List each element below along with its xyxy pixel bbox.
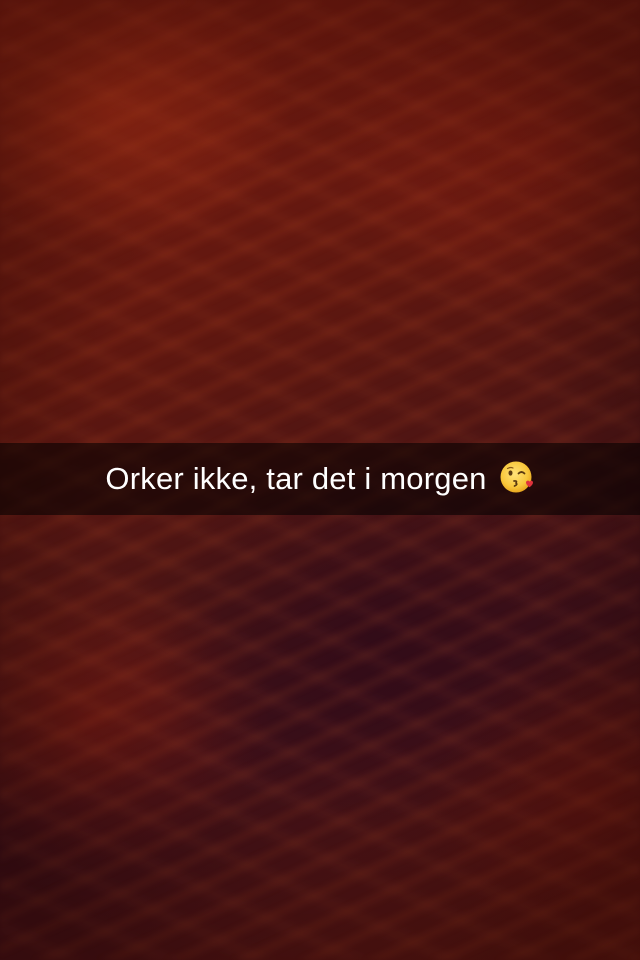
- caption-text: Orker ikke, tar det i morgen: [105, 461, 487, 496]
- caption-bar: Orker ikke, tar det i morgen: [0, 443, 640, 515]
- kissing-face-emoji-icon: [500, 461, 533, 493]
- snap-photo-background: Orker ikke, tar det i morgen: [0, 0, 640, 960]
